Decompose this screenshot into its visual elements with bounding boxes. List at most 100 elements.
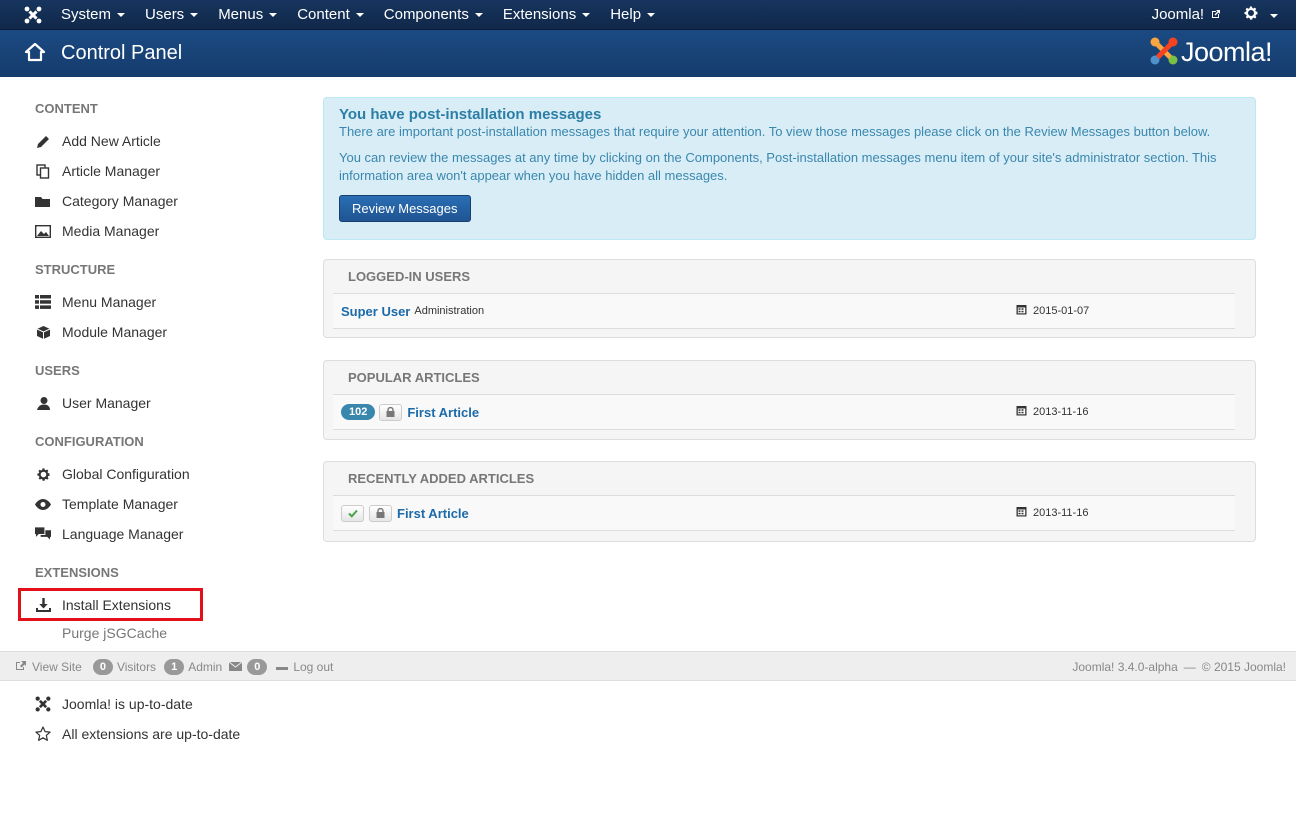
calendar-icon [1016, 405, 1027, 419]
client-label: Administration [414, 305, 485, 317]
extensions-update-status[interactable]: All extensions are up-to-date [35, 723, 240, 745]
page-title: Control Panel [61, 42, 183, 64]
sidebar-item-label: User Manager [62, 395, 151, 411]
status-bar: View Site 0 Visitors 1 Admin 0 Log out J… [0, 651, 1296, 681]
menu-components[interactable]: Components [374, 0, 493, 30]
logged-in-users-module: LOGGED-IN USERS Super User Administratio… [323, 259, 1256, 338]
review-messages-button[interactable]: Review Messages [339, 195, 471, 222]
copy-icon [35, 163, 51, 179]
joomla-brand-icon[interactable] [24, 6, 42, 24]
sidebar-item-label: Article Manager [62, 163, 161, 179]
menu-label: System [61, 6, 112, 23]
sidebar-item-label: Menu Manager [62, 294, 157, 310]
user-link[interactable]: Super User [341, 304, 410, 319]
sidebar-item-add-new-article[interactable]: Add New Article [35, 130, 161, 152]
top-navbar: System Users Menus Content Components Ex… [0, 0, 1296, 30]
user-icon [35, 395, 51, 411]
sidebar-item-label: Purge jSGCache [62, 625, 168, 641]
admin-count-badge: 1 [164, 659, 185, 675]
joomla-logo: Joomla! [1149, 36, 1273, 69]
menu-menus[interactable]: Menus [208, 0, 287, 30]
menu-help[interactable]: Help [600, 0, 665, 30]
alert-text-1: There are important post-installation me… [339, 124, 1211, 139]
gear-icon[interactable] [1243, 5, 1278, 26]
sidebar-item-label: Language Manager [62, 526, 184, 542]
menu-extensions[interactable]: Extensions [493, 0, 600, 30]
article-link[interactable]: First Article [397, 506, 469, 521]
joomla-update-status[interactable]: Joomla! is up-to-date [35, 693, 193, 715]
article-link[interactable]: First Article [407, 405, 479, 420]
section-heading-structure: STRUCTURE [35, 262, 116, 277]
menu-label: Extensions [502, 6, 577, 23]
sidebar-item-media-manager[interactable]: Media Manager [35, 220, 159, 242]
site-link-label: Joomla! [1151, 6, 1205, 23]
view-site-link[interactable]: View Site [15, 660, 82, 674]
module-heading: RECENTLY ADDED ARTICLES [348, 471, 535, 486]
menu-system[interactable]: System [51, 0, 135, 30]
folder-icon [35, 193, 51, 209]
menu-label: Users [145, 6, 185, 23]
image-icon [35, 223, 51, 239]
menu-content[interactable]: Content [287, 0, 374, 30]
section-heading-content: CONTENT [35, 101, 98, 116]
sidebar-item-user-manager[interactable]: User Manager [35, 392, 151, 414]
sidebar-item-label: Media Manager [62, 223, 160, 239]
lock-icon[interactable] [369, 504, 392, 522]
menu-users[interactable]: Users [135, 0, 208, 30]
version-label: Joomla! 3.4.0-alpha [1072, 660, 1178, 674]
sidebar-item-article-manager[interactable]: Article Manager [35, 160, 160, 182]
sidebar-item-label: Global Configuration [62, 466, 190, 482]
cog-icon [35, 466, 51, 482]
hits-badge: 102 [341, 404, 376, 420]
date-value: 2013-11-16 [1033, 406, 1089, 418]
visitors-status: 0 Visitors [92, 659, 156, 675]
page-header: Control Panel Joomla! [0, 30, 1296, 77]
external-link-icon [1208, 6, 1221, 23]
sidebar-item-menu-manager[interactable]: Menu Manager [35, 291, 156, 313]
view-site-link[interactable]: Joomla! [1152, 0, 1222, 30]
section-heading-extensions: EXTENSIONS [35, 565, 119, 580]
caret-down-icon [1270, 14, 1278, 19]
section-heading-users: USERS [35, 363, 80, 378]
list-icon [35, 294, 51, 310]
caret-down-icon [269, 13, 278, 18]
joomla-logo-text: Joomla! [1180, 37, 1273, 67]
comments-icon [35, 526, 51, 542]
calendar-icon [1016, 506, 1027, 520]
sidebar-item-module-manager[interactable]: Module Manager [35, 321, 167, 343]
date-cell: 2013-11-16 [1016, 496, 1088, 530]
view-site-label: View Site [32, 660, 82, 674]
pencil-icon [35, 133, 51, 149]
cube-icon [35, 324, 51, 340]
sidebar-item-global-configuration[interactable]: Global Configuration [35, 463, 190, 485]
date-cell: 2015-01-07 [1016, 294, 1089, 328]
sidebar-item-label: Module Manager [62, 324, 168, 340]
sidebar-item-purge-jsgcache[interactable]: Purge jSGCache [62, 622, 167, 644]
date-value: 2015-01-07 [1033, 305, 1090, 317]
home-icon [24, 42, 46, 65]
module-heading: LOGGED-IN USERS [348, 269, 471, 284]
messages-status[interactable]: 0 [228, 659, 271, 675]
published-check-icon[interactable] [341, 504, 364, 522]
section-heading-configuration: CONFIGURATION [35, 434, 144, 449]
admin-label: Admin [188, 660, 223, 674]
list-item: 102 First Article 2013-11-16 [333, 394, 1235, 430]
sidebar-item-template-manager[interactable]: Template Manager [35, 493, 178, 515]
module-heading: POPULAR ARTICLES [348, 370, 480, 385]
menu-label: Menus [218, 6, 264, 23]
sidebar-item-label: Template Manager [62, 496, 178, 512]
list-item: Super User Administration 2015-01-07 [333, 293, 1235, 329]
joomla-logo-icon [1149, 36, 1179, 69]
messages-count-badge: 0 [247, 659, 268, 675]
joomla-update-label: Joomla! is up-to-date [62, 696, 193, 712]
star-icon [35, 726, 51, 742]
separator: — [1183, 660, 1196, 674]
sidebar-item-category-manager[interactable]: Category Manager [35, 190, 178, 212]
caret-down-icon [117, 13, 126, 18]
lock-icon[interactable] [379, 403, 403, 421]
sidebar-item-language-manager[interactable]: Language Manager [35, 523, 183, 545]
recent-articles-module: RECENTLY ADDED ARTICLES First Article 20… [323, 461, 1256, 542]
caret-down-icon [355, 13, 364, 18]
menu-label: Components [383, 6, 469, 23]
logout-link[interactable]: Log out [276, 660, 333, 674]
